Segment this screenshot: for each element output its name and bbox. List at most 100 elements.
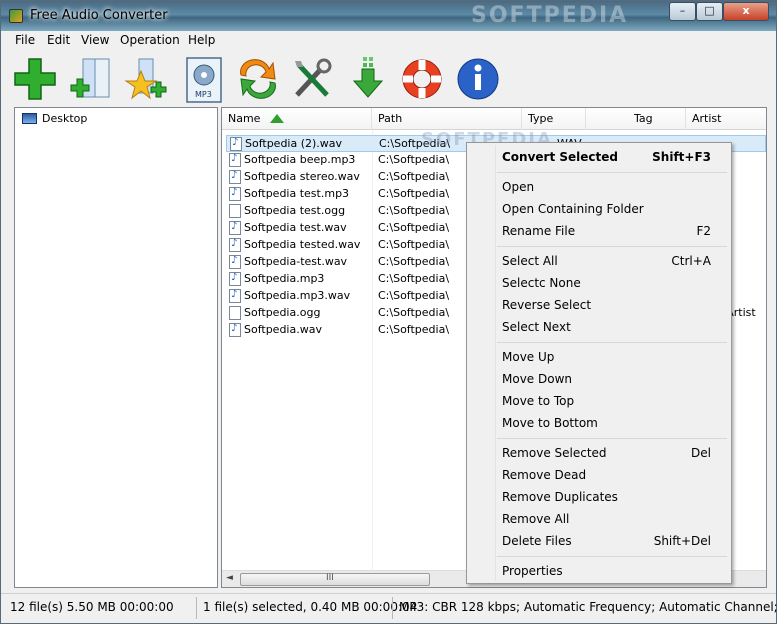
file-name: Softpedia (2).wav [245, 137, 343, 150]
mp3-label: MP3 [195, 90, 212, 99]
audio-file-icon [229, 187, 241, 201]
column-artist[interactable]: Artist [686, 108, 766, 130]
menu-item-remove-all[interactable]: Remove All [469, 509, 729, 531]
window-title: Free Audio Converter [30, 8, 168, 23]
file-path: C:\Softpedia\ [378, 272, 450, 285]
menu-operation[interactable]: Operation [120, 33, 180, 47]
desktop-icon [22, 113, 37, 124]
menu-item-shortcut: Del [691, 446, 711, 460]
add-favorite-icon[interactable] [121, 55, 171, 103]
menu-item-move-to-bottom[interactable]: Move to Bottom [469, 413, 729, 435]
menu-item-label: Open Containing Folder [502, 202, 644, 216]
menu-item-label: Open [502, 180, 535, 194]
menu-item-label: Rename File [502, 224, 576, 238]
menu-item-label: Remove Dead [502, 468, 587, 482]
audio-file-icon [229, 238, 241, 252]
menu-item-select-next[interactable]: Select Next [469, 317, 729, 339]
menu-item-remove-duplicates[interactable]: Remove Duplicates [469, 487, 729, 509]
menu-item-label: Delete Files [502, 534, 572, 548]
menu-separator [497, 246, 727, 247]
scroll-thumb[interactable]: III [240, 573, 430, 586]
status-selected: 1 file(s) selected, 0.40 MB 00:00:04 [203, 600, 418, 614]
file-name: Softpedia tested.wav [244, 238, 361, 251]
menu-item-label: Remove Selected [502, 446, 607, 460]
menu-item-label: Remove All [502, 512, 570, 526]
file-path: C:\Softpedia\ [378, 306, 450, 319]
menu-item-rename-file[interactable]: Rename File F2 [469, 221, 729, 243]
add-folder-icon[interactable] [65, 55, 115, 103]
menu-item-label: Select All [502, 254, 558, 268]
app-window: Free Audio Converter SOFTPEDIA – □ x Fil… [0, 0, 777, 624]
menu-item-move-up[interactable]: Move Up [469, 347, 729, 369]
menu-item-selectc-none[interactable]: Selectc None [469, 273, 729, 295]
menu-item-label: Move to Top [502, 394, 575, 408]
info-icon[interactable] [453, 55, 503, 103]
menu-item-reverse-select[interactable]: Reverse Select [469, 295, 729, 317]
file-path: C:\Softpedia\ [378, 187, 450, 200]
audio-file-icon [229, 272, 241, 286]
maximize-button[interactable]: □ [696, 2, 723, 21]
tree-item-desktop[interactable]: Desktop [22, 112, 87, 125]
tools-icon[interactable] [287, 55, 337, 103]
menu-view[interactable]: View [81, 33, 109, 47]
status-divider [196, 597, 197, 619]
convert-icon[interactable] [233, 55, 283, 103]
file-name: Softpedia.ogg [244, 306, 321, 319]
menu-item-shortcut: F2 [696, 224, 711, 238]
menu-item-properties[interactable]: Properties [469, 561, 729, 583]
menu-bar: File Edit View Operation Help [1, 31, 776, 51]
column-name[interactable]: Name [222, 108, 372, 130]
status-divider [392, 597, 393, 619]
column-type[interactable]: Type [522, 108, 586, 130]
menu-item-remove-selected[interactable]: Remove Selected Del [469, 443, 729, 465]
menu-item-label: Move to Bottom [502, 416, 598, 430]
file-path: C:\Softpedia\ [378, 221, 450, 234]
menu-file[interactable]: File [15, 33, 35, 47]
menu-item-move-down[interactable]: Move Down [469, 369, 729, 391]
menu-help[interactable]: Help [188, 33, 215, 47]
add-icon[interactable] [11, 55, 61, 103]
menu-separator [497, 172, 727, 173]
menu-item-label: Select Next [502, 320, 571, 334]
menu-item-open[interactable]: Open [469, 177, 729, 199]
file-name: Softpedia.wav [244, 323, 322, 336]
file-name: Softpedia stereo.wav [244, 170, 360, 183]
download-icon[interactable] [343, 55, 393, 103]
menu-item-label: Move Down [502, 372, 572, 386]
app-icon [9, 9, 23, 23]
watermark: SOFTPEDIA [471, 3, 629, 28]
file-path: C:\Softpedia\ [378, 153, 450, 166]
file-name: Softpedia test.mp3 [244, 187, 350, 200]
minimize-button[interactable]: – [669, 2, 696, 21]
scroll-left-icon[interactable]: ◄ [226, 573, 233, 583]
mp3-format-icon[interactable]: MP3 [181, 55, 231, 103]
menu-item-move-to-top[interactable]: Move to Top [469, 391, 729, 413]
file-name: Softpedia test.wav [244, 221, 347, 234]
file-path: C:\Softpedia\ [378, 170, 450, 183]
toolbar: MP3 [1, 51, 776, 105]
help-lifebuoy-icon[interactable] [397, 55, 447, 103]
menu-item-label: Selectc None [502, 276, 581, 290]
file-path: C:\Softpedia\ [378, 255, 450, 268]
menu-item-remove-dead[interactable]: Remove Dead [469, 465, 729, 487]
menu-item-select-all[interactable]: Select All Ctrl+A [469, 251, 729, 273]
menu-edit[interactable]: Edit [47, 33, 70, 47]
menu-item-delete-files[interactable]: Delete Files Shift+Del [469, 531, 729, 553]
column-path[interactable]: Path [372, 108, 522, 130]
file-path: C:\Softpedia\ [378, 323, 450, 336]
sort-ascending-icon [270, 114, 285, 123]
column-tag[interactable]: Tag [586, 108, 686, 130]
file-path: C:\Softpedia\ [378, 204, 450, 217]
close-button[interactable]: x [723, 2, 769, 21]
menu-separator [497, 438, 727, 439]
menu-item-open-containing-folder[interactable]: Open Containing Folder [469, 199, 729, 221]
folder-tree[interactable]: Desktop [14, 107, 218, 588]
menu-item-convert-selected[interactable]: Convert Selected Shift+F3 [469, 147, 729, 169]
audio-file-icon [229, 255, 241, 269]
audio-file-icon [229, 221, 241, 235]
audio-file-icon [230, 137, 242, 151]
status-files: 12 file(s) 5.50 MB 00:00:00 [10, 600, 174, 614]
title-bar[interactable]: Free Audio Converter SOFTPEDIA – □ x [1, 1, 776, 31]
status-format: MP3: CBR 128 kbps; Automatic Frequency; … [399, 600, 777, 614]
audio-file-icon [229, 323, 241, 337]
